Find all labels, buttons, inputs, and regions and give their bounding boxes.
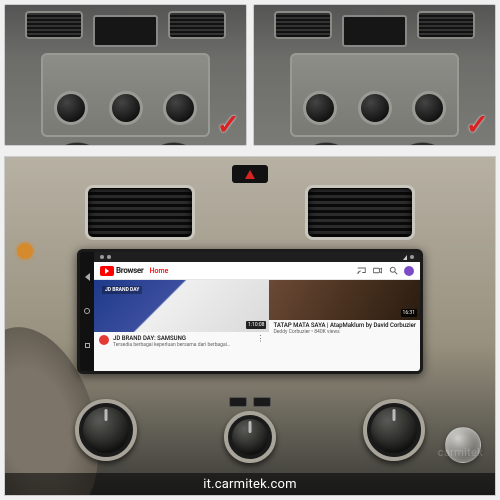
notification-dot-icon xyxy=(107,255,111,259)
video-subtitle: Deddy Corbuzier • 840K views xyxy=(273,329,416,335)
video-card-side[interactable]: 16:31 TATAP MATA SAYA | AtapMaklum by Da… xyxy=(269,280,420,371)
check-icon: ✓ xyxy=(466,108,489,141)
airbag-indicator-icon xyxy=(17,243,33,259)
temperature-knob xyxy=(75,399,137,461)
youtube-header: Browser Home xyxy=(94,262,420,280)
signal-icon xyxy=(403,255,407,260)
compare-panel-right: ✓ xyxy=(253,4,496,146)
thumbnail-badge: JD BRAND DAY xyxy=(102,286,142,294)
youtube-logo[interactable]: Browser xyxy=(100,266,144,276)
cast-icon[interactable] xyxy=(356,266,366,276)
climate-controls xyxy=(65,385,435,475)
nav-recent-button[interactable] xyxy=(83,342,91,350)
youtube-play-icon xyxy=(100,266,114,276)
check-icon: ✓ xyxy=(217,108,240,141)
recirculate-button xyxy=(253,397,271,407)
main-product-panel: Browser Home JD BRAND DAY 1:10:08 xyxy=(4,156,496,496)
search-icon[interactable] xyxy=(388,266,398,276)
video-title[interactable]: TATAP MATA SAYA | AtapMaklum by David Co… xyxy=(273,322,416,329)
ac-button xyxy=(229,397,247,407)
channel-avatar[interactable] xyxy=(99,335,109,345)
youtube-wordmark: Browser xyxy=(116,266,144,275)
account-avatar[interactable] xyxy=(404,266,414,276)
nav-home-button[interactable] xyxy=(83,307,91,315)
air-vent-right xyxy=(305,185,415,240)
tab-home[interactable]: Home xyxy=(150,267,169,275)
video-title[interactable]: JD BRAND DAY: SAMSUNG xyxy=(113,335,252,342)
android-status-bar xyxy=(94,252,420,262)
android-head-unit: Browser Home JD BRAND DAY 1:10:08 xyxy=(77,249,423,374)
footer-url: it.carmitek.com xyxy=(5,473,495,495)
compare-panel-left: ✓ xyxy=(4,4,247,146)
duration-badge: 16:31 xyxy=(401,309,417,317)
magnifier-icon[interactable] xyxy=(445,427,481,463)
comparison-row: ✓ ✓ xyxy=(0,0,500,150)
youtube-feed[interactable]: JD BRAND DAY 1:10:08 JD BRAND DAY: SAMSU… xyxy=(94,280,420,371)
fan-speed-knob xyxy=(224,411,276,463)
video-thumbnail[interactable]: 16:31 xyxy=(269,280,420,320)
video-thumbnail[interactable]: JD BRAND DAY 1:10:08 xyxy=(94,280,269,332)
air-vent-left xyxy=(85,185,195,240)
camera-icon[interactable] xyxy=(372,266,382,276)
notification-dot-icon xyxy=(100,255,104,259)
video-subtitle: Tersedia berbagai keperluan bersama dari… xyxy=(113,342,252,348)
nav-back-button[interactable] xyxy=(83,273,91,281)
video-card-main[interactable]: JD BRAND DAY 1:10:08 JD BRAND DAY: SAMSU… xyxy=(94,280,269,371)
hazard-button-icon xyxy=(232,165,268,183)
status-icon xyxy=(410,255,414,259)
mode-knob xyxy=(363,399,425,461)
duration-badge: 1:10:08 xyxy=(246,321,266,329)
android-nav-bar xyxy=(80,252,94,371)
more-menu-icon[interactable]: ⋮ xyxy=(256,335,264,348)
